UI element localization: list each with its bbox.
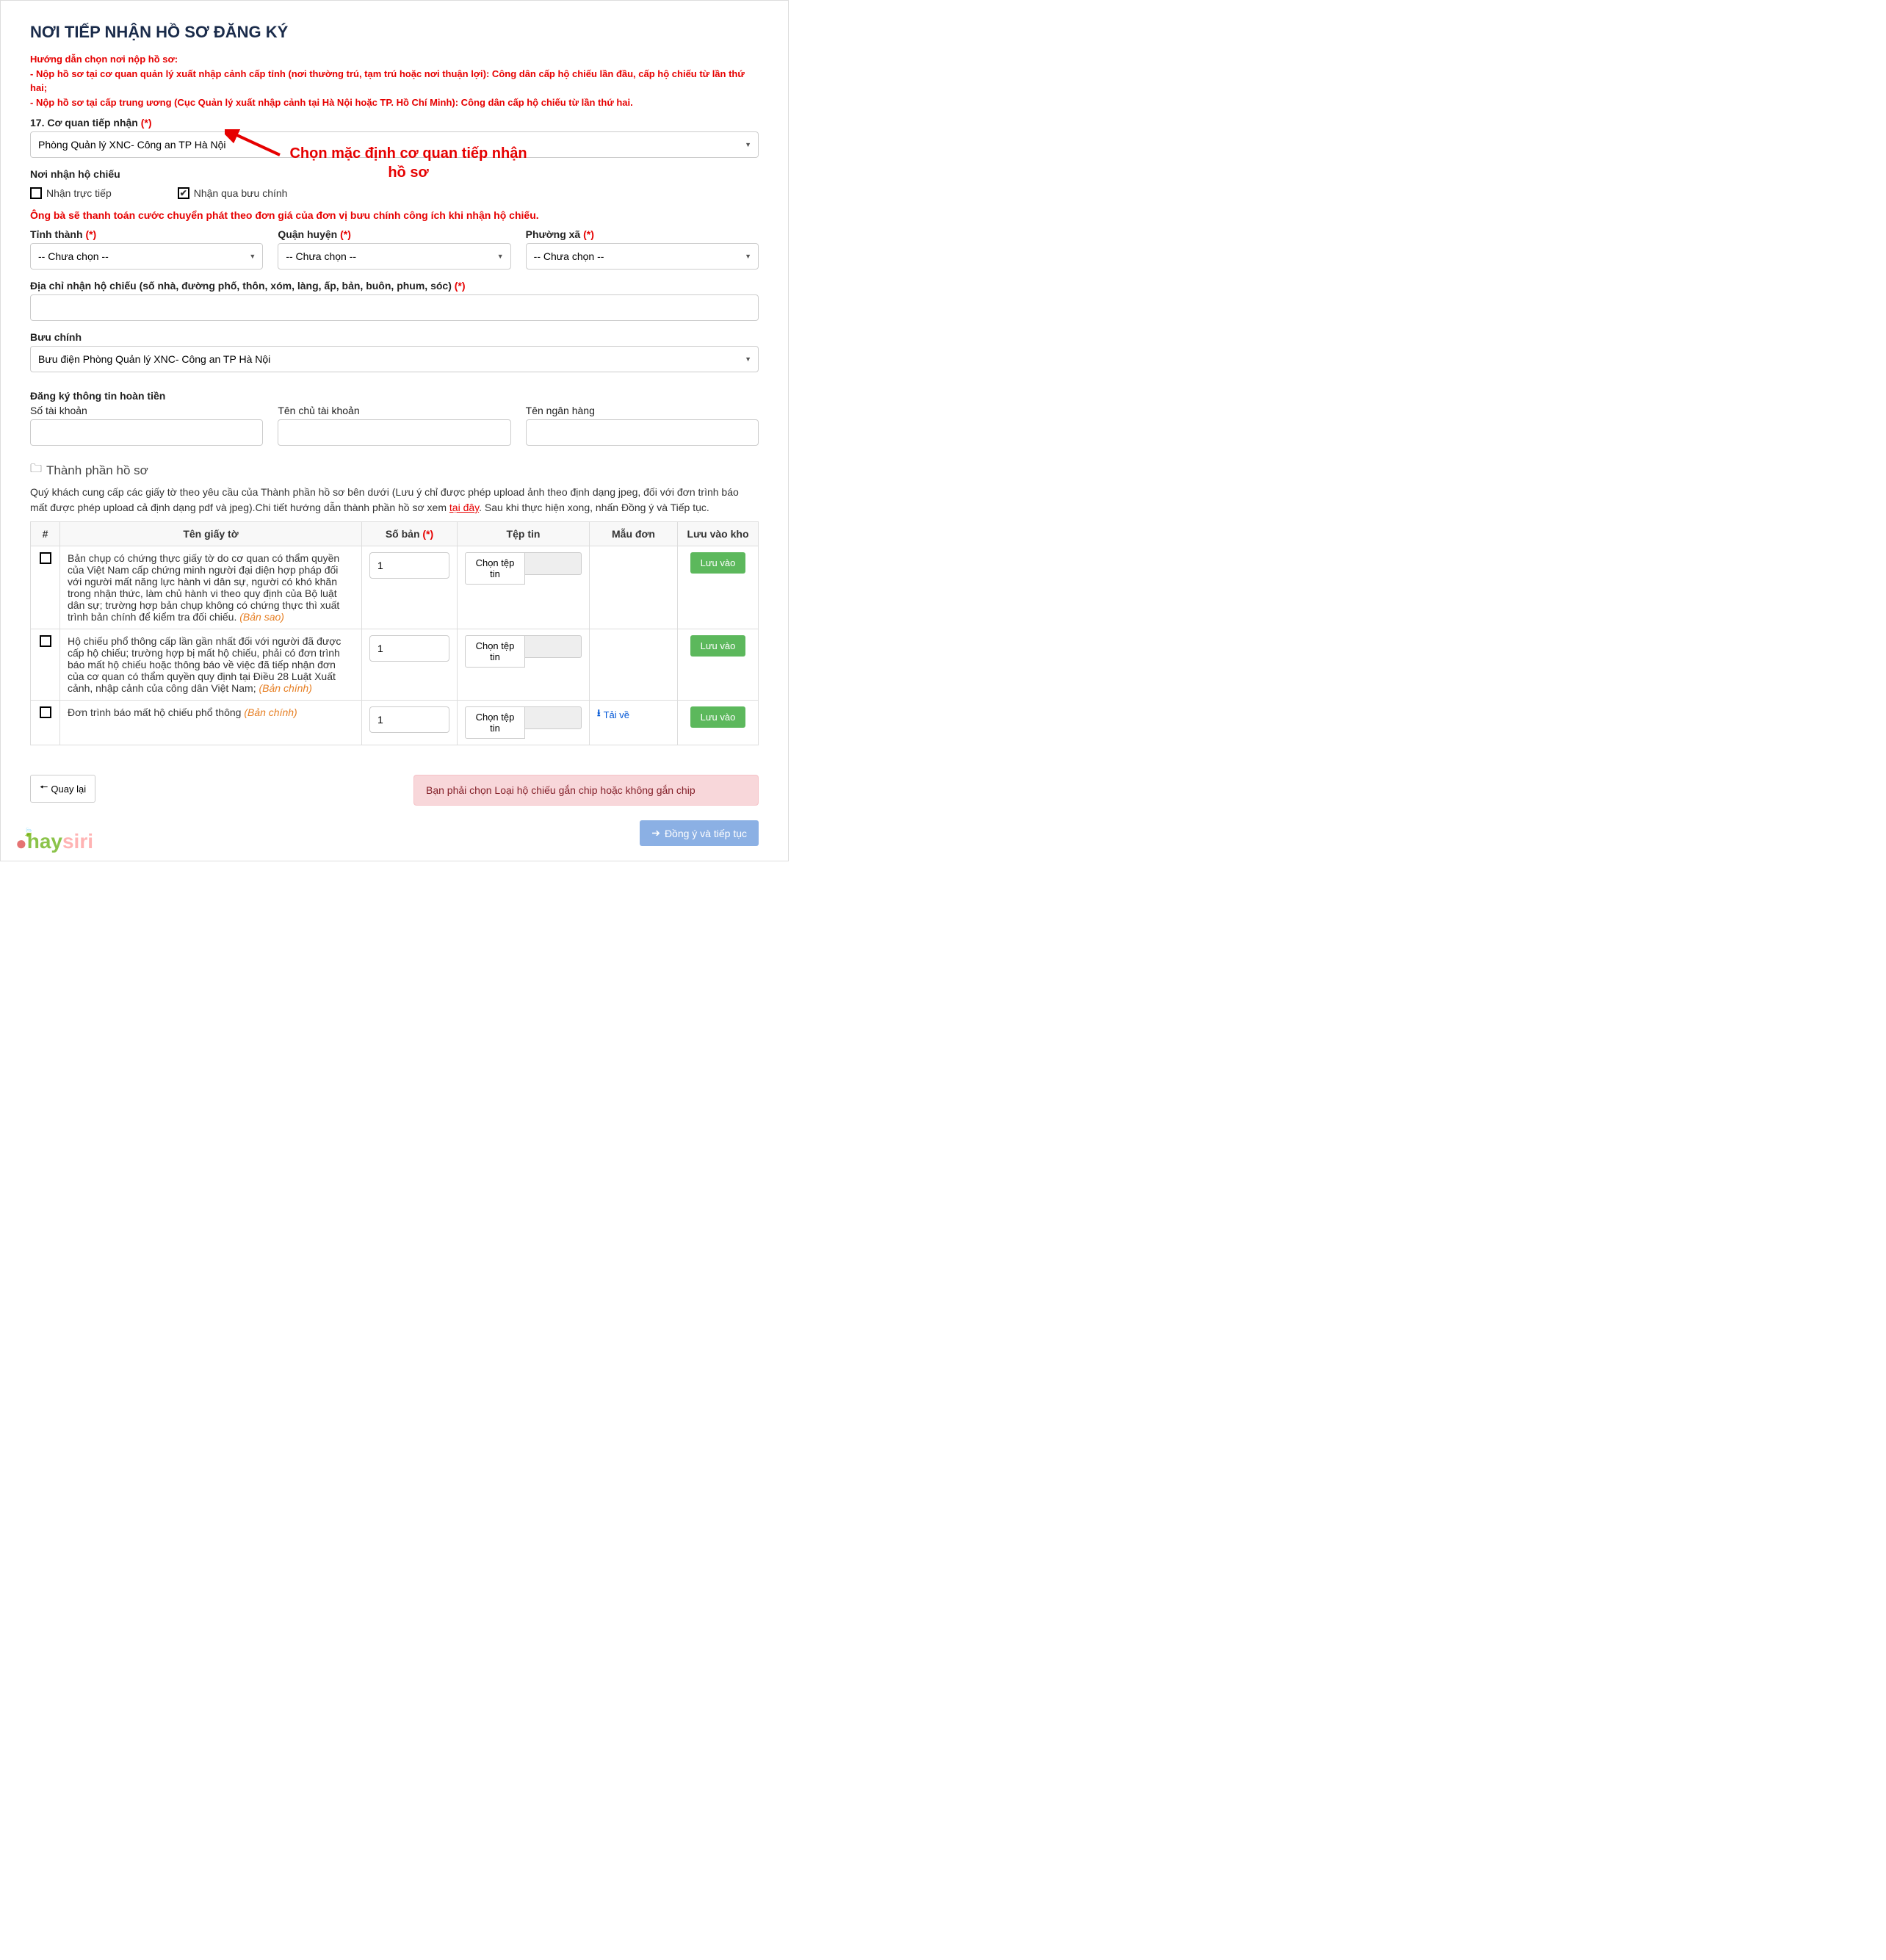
file-display: [525, 706, 582, 729]
instruction-line-1: - Nộp hồ sơ tại cơ quan quản lý xuất nhậ…: [30, 67, 759, 95]
ward-label: Phường xã (*): [526, 228, 759, 240]
table-row: Hộ chiếu phổ thông cấp lần gần nhất đối …: [31, 629, 759, 701]
doc-name-cell: Đơn trình báo mất hộ chiếu phổ thông (Bả…: [60, 701, 362, 745]
account-name-input[interactable]: [278, 419, 510, 446]
template-cell: ⭳ Tải về: [590, 701, 678, 745]
row-checkbox[interactable]: [40, 706, 51, 718]
save-to-store-button[interactable]: Lưu vào: [690, 706, 746, 728]
col-name: Tên giấy tờ: [60, 522, 362, 546]
haysiri-logo: 🍃 ● haysiri: [15, 830, 93, 853]
postal-label: Bưu chính: [30, 331, 759, 343]
account-no-input[interactable]: [30, 419, 263, 446]
choose-file-button[interactable]: Chọn tệp tin: [465, 552, 525, 585]
province-select[interactable]: -- Chưa chọn --: [30, 243, 263, 270]
save-to-store-button[interactable]: Lưu vào: [690, 552, 746, 574]
receipt-post-label: Nhận qua bưu chính: [194, 187, 288, 199]
receipt-method-label: Nơi nhận hộ chiếu: [30, 168, 759, 180]
agency-label: 17. Cơ quan tiếp nhận (*): [30, 117, 759, 129]
instructions-block: Hướng dẫn chọn nơi nộp hồ sơ: - Nộp hồ s…: [30, 52, 759, 109]
account-no-label: Số tài khoản: [30, 405, 263, 416]
agency-select[interactable]: Phòng Quản lý XNC- Công an TP Hà Nội: [30, 131, 759, 158]
col-template: Mẫu đơn: [590, 522, 678, 546]
postal-select[interactable]: Bưu điện Phòng Quản lý XNC- Công an TP H…: [30, 346, 759, 372]
file-display: [525, 552, 582, 575]
receipt-direct-checkbox[interactable]: [30, 187, 42, 199]
refund-section-label: Đăng ký thông tin hoàn tiền: [30, 390, 759, 402]
qty-input[interactable]: [369, 706, 449, 733]
template-cell: [590, 629, 678, 701]
row-checkbox[interactable]: [40, 635, 51, 647]
page-title: NƠI TIẾP NHẬN HỒ SƠ ĐĂNG KÝ: [30, 23, 759, 42]
error-alert: Bạn phải chọn Loại hộ chiếu gắn chip hoặ…: [413, 775, 759, 806]
file-display: [525, 635, 582, 658]
address-input[interactable]: [30, 294, 759, 321]
col-qty: Số bản (*): [362, 522, 458, 546]
choose-file-button[interactable]: Chọn tệp tin: [465, 706, 525, 739]
download-link[interactable]: ⭳ Tải về: [597, 706, 629, 723]
province-label: Tỉnh thành (*): [30, 228, 263, 240]
ward-select[interactable]: -- Chưa chọn --: [526, 243, 759, 270]
district-label: Quận huyện (*): [278, 228, 510, 240]
doc-name-cell: Bản chụp có chứng thực giấy tờ do cơ qua…: [60, 546, 362, 629]
qty-input[interactable]: [369, 552, 449, 579]
district-select[interactable]: -- Chưa chọn --: [278, 243, 510, 270]
docs-section-title: 🗀 Thành phần hồ sơ: [30, 460, 759, 480]
docs-guide-link[interactable]: tại đây: [449, 502, 479, 513]
bank-label: Tên ngân hàng: [526, 405, 759, 416]
save-to-store-button[interactable]: Lưu vào: [690, 635, 746, 657]
download-icon: ⭳: [597, 706, 601, 723]
col-file: Tệp tin: [458, 522, 590, 546]
col-num: #: [31, 522, 60, 546]
table-row: Bản chụp có chứng thực giấy tờ do cơ qua…: [31, 546, 759, 629]
submit-button[interactable]: ➔ Đồng ý và tiếp tục: [640, 820, 759, 846]
receipt-direct-label: Nhận trực tiếp: [46, 187, 112, 199]
row-checkbox[interactable]: [40, 552, 51, 564]
receipt-post-checkbox[interactable]: ✔: [178, 187, 189, 199]
qty-input[interactable]: [369, 635, 449, 662]
choose-file-button[interactable]: Chọn tệp tin: [465, 635, 525, 668]
back-button[interactable]: 🠔 Quay lại: [30, 775, 95, 803]
table-row: Đơn trình báo mất hộ chiếu phổ thông (Bả…: [31, 701, 759, 745]
doc-name-cell: Hộ chiếu phổ thông cấp lần gần nhất đối …: [60, 629, 362, 701]
postal-fee-note: Ông bà sẽ thanh toán cước chuyển phát th…: [30, 209, 759, 221]
instructions-heading: Hướng dẫn chọn nơi nộp hồ sơ:: [30, 52, 759, 67]
account-name-label: Tên chủ tài khoản: [278, 405, 510, 416]
bank-input[interactable]: [526, 419, 759, 446]
instruction-line-2: - Nộp hồ sơ tại cấp trung ương (Cục Quản…: [30, 95, 759, 110]
arrow-right-icon: ➔: [651, 827, 660, 839]
template-cell: [590, 546, 678, 629]
arrow-left-icon: 🠔: [40, 781, 48, 797]
folder-icon: 🗀: [30, 460, 42, 480]
docs-table: # Tên giấy tờ Số bản (*) Tệp tin Mẫu đơn…: [30, 521, 759, 745]
docs-description: Quý khách cung cấp các giấy tờ theo yêu …: [30, 485, 759, 516]
address-label: Địa chỉ nhận hộ chiếu (số nhà, đường phố…: [30, 280, 759, 292]
col-save: Lưu vào kho: [678, 522, 759, 546]
